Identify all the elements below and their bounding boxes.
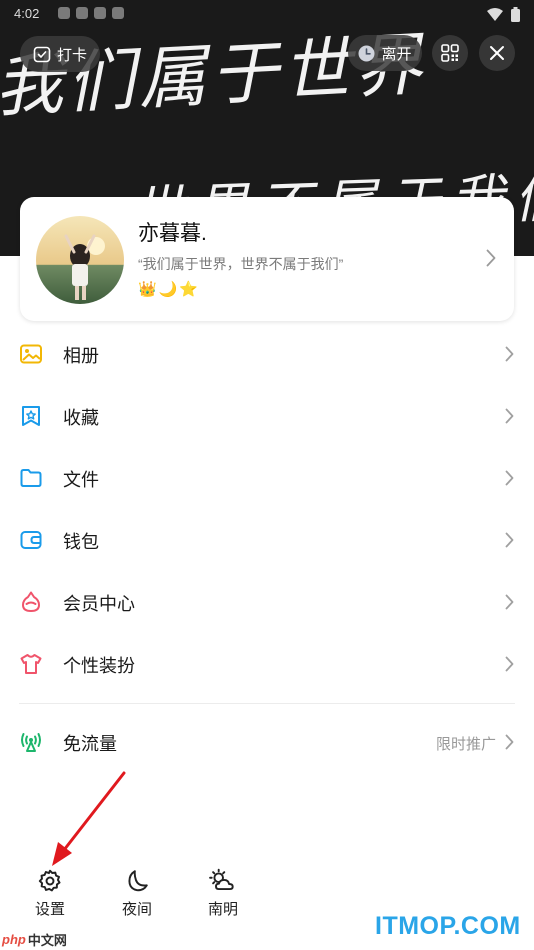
settings-label: 设置 — [34, 901, 65, 918]
weather-icon — [209, 868, 234, 891]
leave-label: 离开 — [381, 45, 412, 63]
notification-icon — [76, 7, 88, 19]
chevron-right-icon — [486, 249, 496, 267]
weather-label: 南明 — [207, 901, 238, 918]
watermark-php-brand: php — [2, 931, 26, 947]
menu-item-label: 钱包 — [63, 532, 99, 552]
status-leave-button[interactable]: 离开 — [348, 35, 422, 71]
photo-album-icon — [20, 344, 42, 364]
favorites-icon — [22, 406, 40, 426]
clock-icon — [358, 45, 375, 61]
vip-icon — [22, 591, 40, 612]
chevron-right-icon — [505, 532, 514, 548]
menu-item-wallet[interactable]: 钱包 — [0, 509, 534, 571]
system-icons — [487, 7, 520, 22]
wifi-icon — [487, 8, 503, 21]
status-time: 4:02 — [14, 6, 40, 21]
menu-item-favorites[interactable]: 收藏 — [0, 385, 534, 447]
notification-icons — [58, 7, 124, 19]
menu-item-vip-center[interactable]: 会员中心 — [0, 571, 534, 633]
qr-code-icon — [441, 44, 459, 62]
notification-icon — [112, 7, 124, 19]
wallet-icon — [20, 531, 42, 549]
avatar-image — [36, 216, 124, 304]
chevron-right-icon — [505, 470, 514, 486]
night-mode-button[interactable]: 夜间 — [107, 868, 167, 919]
notification-icon — [58, 7, 70, 19]
menu-item-free-data[interactable]: 免流量 限时推广 — [0, 711, 534, 773]
battery-icon — [511, 7, 520, 22]
watermark-php-text: 中文网 — [27, 932, 67, 948]
chevron-right-icon — [505, 734, 514, 750]
menu-item-label: 个性装扮 — [63, 656, 135, 676]
menu-item-files[interactable]: 文件 — [0, 447, 534, 509]
moon-icon — [128, 870, 148, 892]
chevron-right-icon — [505, 594, 514, 610]
menu-item-label: 相册 — [63, 346, 99, 366]
profile-nickname: 亦暮暮. — [138, 222, 207, 245]
checkin-button[interactable]: 打卡 — [20, 36, 100, 72]
tshirt-icon — [20, 654, 42, 674]
chevron-right-icon — [505, 656, 514, 672]
settings-icon — [38, 869, 61, 892]
close-button[interactable] — [479, 35, 515, 71]
profile-card[interactable]: 亦暮暮. “我们属于世界，世界不属于我们” 👑 🌙 ⭐ — [20, 197, 514, 321]
notification-icon — [94, 7, 106, 19]
menu-item-label: 会员中心 — [63, 594, 135, 614]
settings-button[interactable]: 设置 — [20, 868, 80, 919]
close-icon — [490, 46, 504, 60]
menu-item-label: 收藏 — [63, 408, 99, 428]
folder-icon — [20, 469, 42, 487]
checkin-label: 打卡 — [56, 46, 87, 64]
crown-badge-icon: 👑 — [138, 281, 157, 298]
star-badge-icon: ⭐ — [179, 281, 199, 298]
menu-item-album[interactable]: 相册 — [0, 323, 534, 385]
weather-button[interactable]: 南明 — [193, 868, 253, 919]
menu-item-personalize[interactable]: 个性装扮 — [0, 633, 534, 695]
menu-item-label: 免流量 — [63, 734, 117, 754]
chevron-right-icon — [505, 408, 514, 424]
watermark-php: php 中文网 — [2, 930, 67, 948]
moon-badge-icon: 🌙 — [158, 281, 178, 298]
section-divider — [19, 703, 515, 704]
signal-icon — [21, 733, 41, 752]
promo-text: 限时推广 — [435, 736, 496, 753]
qr-code-button[interactable] — [432, 35, 468, 71]
night-mode-label: 夜间 — [121, 901, 152, 918]
calendar-check-icon — [33, 46, 51, 63]
avatar[interactable] — [36, 216, 124, 304]
watermark-itmop: ITMOP.COM — [375, 912, 521, 940]
profile-badges[interactable]: 👑 🌙 ⭐ — [138, 280, 198, 298]
profile-signature: “我们属于世界，世界不属于我们” — [138, 256, 344, 272]
chevron-right-icon — [505, 346, 514, 362]
menu-item-label: 文件 — [63, 470, 99, 490]
